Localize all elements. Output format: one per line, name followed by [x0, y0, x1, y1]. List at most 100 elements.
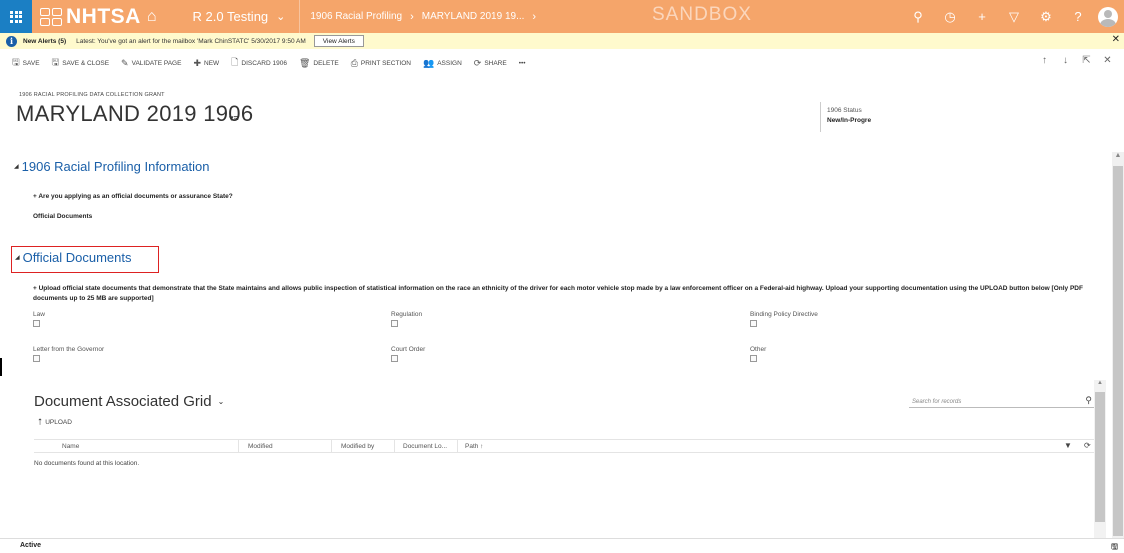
nav-icon-group: ⚲ ◷ + ▽ ⚙ ?	[902, 0, 1124, 33]
logo-mark-icon	[40, 7, 62, 26]
breadcrumb: 1906 Racial Profiling › MARYLAND 2019 19…	[310, 11, 544, 23]
expand-icon[interactable]: ⇱	[1076, 55, 1097, 66]
save-close-button[interactable]: 🖫 SAVE & CLOSE	[52, 55, 110, 71]
command-bar: 🖫 SAVE 🖫 SAVE & CLOSE ✎ VALIDATE PAGE ✚ NEW …	[0, 53, 1124, 73]
breadcrumb-entity[interactable]: 1906 Racial Profiling	[310, 11, 402, 22]
form-scrollbar[interactable]: ▲	[1112, 152, 1124, 540]
checkbox-governor-letter: Letter from the Governor	[33, 346, 104, 362]
more-icon: •••	[518, 59, 526, 67]
chevron-right-icon: ›	[410, 10, 414, 23]
upload-button[interactable]: ⭡ UPLOAD	[38, 417, 72, 428]
scroll-up-icon[interactable]: ▲	[1112, 152, 1124, 159]
validate-icon: ✎	[121, 57, 129, 68]
checkbox[interactable]	[391, 355, 398, 362]
entity-type-label: 1906 RACIAL PROFILING DATA COLLECTION GR…	[19, 92, 165, 98]
home-icon[interactable]: ⌂	[147, 8, 157, 26]
grid-header-row: Name Modified Modified by Document Lo...…	[34, 439, 1094, 453]
alert-title: New Alerts (5)	[23, 37, 67, 45]
checkbox[interactable]	[33, 320, 40, 327]
validate-page-button[interactable]: ✎ VALIDATE PAGE	[121, 58, 181, 69]
chevron-right-icon[interactable]: ›	[532, 11, 536, 23]
new-button[interactable]: ✚ NEW	[193, 58, 219, 69]
checkbox-other: Other	[750, 346, 766, 362]
status-value[interactable]: New/In-Progre	[827, 117, 871, 124]
checkbox[interactable]	[750, 320, 757, 327]
plus-icon[interactable]: +	[966, 0, 998, 33]
checkbox[interactable]	[391, 320, 398, 327]
refresh-icon[interactable]: ⟳	[1084, 441, 1091, 450]
search-icon[interactable]: ⚲	[1085, 395, 1092, 406]
assign-icon: 👥	[422, 57, 435, 68]
view-alerts-button[interactable]: View Alerts	[313, 35, 364, 47]
assign-button[interactable]: 👥 ASSIGN	[423, 58, 462, 69]
arrow-up-icon[interactable]: ↑	[1034, 55, 1055, 66]
form-menu-icon[interactable]: ▾≡	[229, 113, 239, 124]
arrow-down-icon[interactable]: ↓	[1055, 55, 1076, 66]
record-status: Active	[20, 542, 42, 549]
search-icon[interactable]: ⚲	[902, 0, 934, 33]
app-launcher-button[interactable]	[0, 0, 32, 33]
checkbox-regulation: Regulation	[391, 311, 422, 327]
delete-button[interactable]: 🗑 DELETE	[299, 58, 339, 69]
header-status-field: 1906 Status New/In-Progre	[820, 102, 871, 132]
grid-empty-message: No documents found at this location.	[34, 460, 140, 467]
question-label: + Are you applying as an official docume…	[33, 193, 233, 200]
top-nav-bar: NHTSA ⌂ R 2.0 Testing ⌄ 1906 Racial Prof…	[0, 0, 1124, 33]
save-button[interactable]: 🖫 SAVE	[12, 55, 40, 71]
checkbox[interactable]	[750, 355, 757, 362]
section-official-documents[interactable]: ◢ Official Documents	[15, 250, 131, 265]
column-header-path[interactable]: Path ↑	[465, 443, 483, 450]
share-button[interactable]: ⟳ SHARE	[474, 58, 507, 69]
app-name: R 2.0 Testing	[192, 9, 269, 24]
scrollbar-thumb[interactable]	[1113, 166, 1123, 536]
column-header-document-location[interactable]: Document Lo...	[403, 443, 447, 450]
print-section-button[interactable]: ⎙ PRINT SECTION	[351, 58, 411, 69]
checkbox-label: Binding Policy Directive	[750, 311, 818, 318]
filter-icon[interactable]: ▼	[1064, 441, 1072, 450]
close-icon[interactable]: ✕	[1112, 34, 1120, 45]
info-icon: i	[6, 35, 17, 47]
discard-button[interactable]: 🗋 DISCARD 1906	[231, 55, 287, 71]
column-header-name[interactable]: Name	[62, 443, 79, 450]
close-icon[interactable]: ✕	[1097, 55, 1118, 66]
save-icon[interactable]: 🖫	[1111, 541, 1118, 553]
column-header-modified-by[interactable]: Modified by	[341, 443, 374, 450]
gear-icon[interactable]: ⚙	[1030, 0, 1062, 33]
alert-bar: i New Alerts (5) Latest: You've got an a…	[0, 33, 1124, 49]
collapse-triangle-icon: ◢	[14, 164, 19, 170]
scroll-up-icon[interactable]: ▲	[1094, 380, 1106, 386]
nav-separator	[299, 0, 301, 33]
history-icon[interactable]: ◷	[934, 0, 966, 33]
answer-value[interactable]: Official Documents	[33, 213, 92, 220]
upload-instructions: + Upload official state documents that d…	[33, 285, 1083, 302]
section-title: 1906 Racial Profiling Information	[21, 159, 210, 174]
cursor-marker	[0, 358, 2, 376]
checkbox-label: Letter from the Governor	[33, 346, 105, 353]
logo-text: NHTSA	[66, 4, 141, 28]
status-label: 1906 Status	[827, 107, 862, 114]
app-switcher[interactable]: R 2.0 Testing ⌄	[193, 9, 286, 24]
status-footer: Active 🖫	[0, 538, 1124, 553]
filter-icon[interactable]: ▽	[998, 0, 1030, 33]
breadcrumb-record[interactable]: MARYLAND 2019 19...	[422, 11, 525, 22]
more-commands-button[interactable]: •••	[519, 60, 526, 67]
checkbox-binding-policy: Binding Policy Directive	[750, 311, 818, 327]
waffle-icon	[10, 10, 22, 23]
section-racial-profiling-info[interactable]: ◢ 1906 Racial Profiling Information	[14, 159, 210, 174]
column-header-modified[interactable]: Modified	[248, 443, 273, 450]
checkbox[interactable]	[33, 355, 40, 362]
help-icon[interactable]: ?	[1062, 0, 1094, 33]
user-avatar[interactable]	[1098, 6, 1118, 27]
grid-search-input[interactable]: Search for records ⚲	[909, 395, 1095, 408]
nhtsa-logo[interactable]: NHTSA	[40, 5, 141, 29]
grid-title[interactable]: Document Associated Grid ⌄	[34, 393, 224, 410]
chevron-down-icon: ⌄	[276, 11, 286, 23]
scrollbar-thumb[interactable]	[1095, 392, 1105, 522]
environment-label: SANDBOX	[652, 4, 752, 25]
upload-icon: ⭡	[38, 417, 43, 427]
grid-scrollbar[interactable]: ▲	[1094, 380, 1106, 540]
section-title: Official Documents	[22, 250, 132, 265]
share-icon: ⟳	[473, 57, 482, 68]
trash-icon: 🗑	[298, 57, 311, 68]
checkbox-court-order: Court Order	[391, 346, 425, 362]
